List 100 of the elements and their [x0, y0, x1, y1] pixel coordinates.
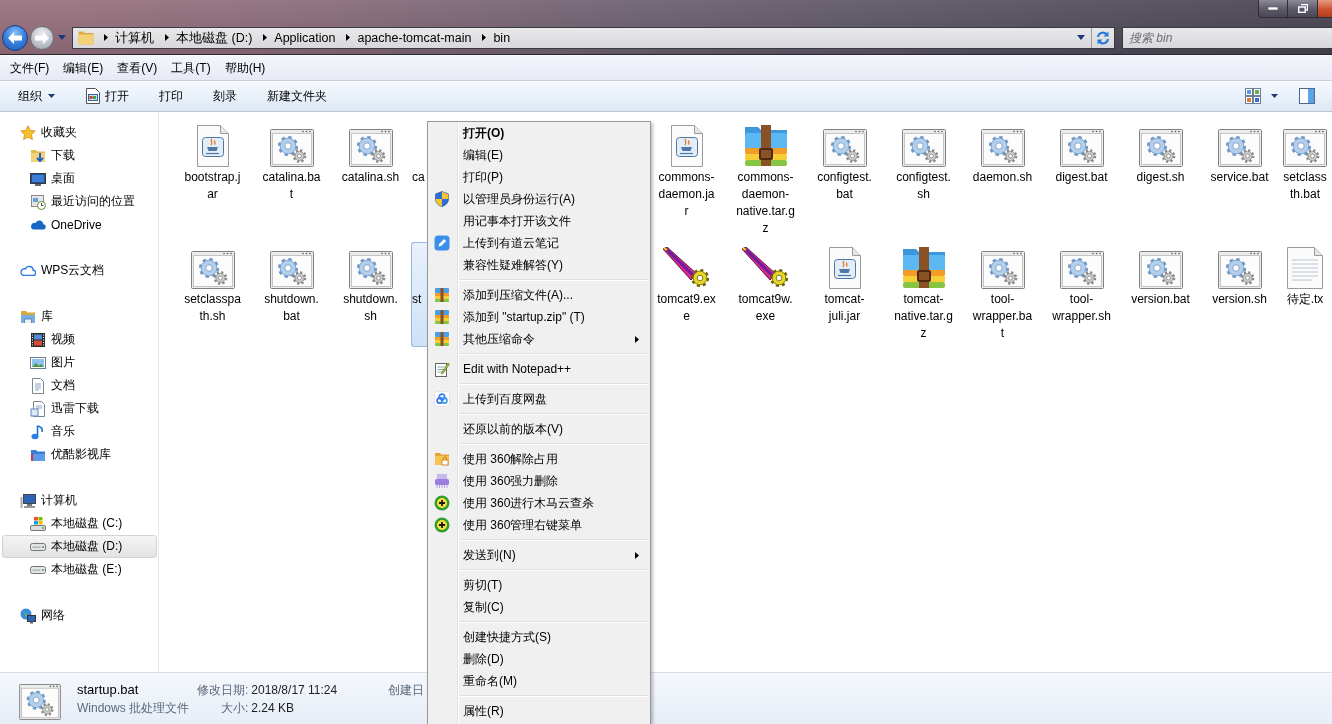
file-item[interactable]: configtest.bat: [806, 120, 883, 242]
sidebar-item[interactable]: 本地磁盘 (E:): [2, 558, 157, 581]
file-item[interactable]: configtest.sh: [885, 120, 962, 242]
sidebar-item[interactable]: 优酷影视库: [2, 443, 157, 466]
sidebar-item[interactable]: 图片: [2, 351, 157, 374]
menu-item[interactable]: Edit with Notepad++: [428, 358, 650, 380]
sidebar-item[interactable]: 网络: [2, 604, 157, 627]
search-field[interactable]: 搜索 bin: [1122, 26, 1332, 49]
sidebar-item[interactable]: 迅雷下载: [2, 397, 157, 420]
menu-bar-item[interactable]: 查看(V): [110, 57, 165, 79]
minimize-button[interactable]: [1258, 0, 1288, 18]
file-item[interactable]: shutdown.bat: [253, 242, 330, 347]
menu-item[interactable]: 上传到百度网盘: [428, 388, 650, 410]
menu-item[interactable]: 打印(P): [428, 166, 650, 188]
menu-item[interactable]: 以管理员身份运行(A): [428, 188, 650, 210]
caret-right-icon[interactable]: [165, 34, 169, 41]
file-item[interactable]: version.bat: [1122, 242, 1199, 347]
file-item[interactable]: tomcat9w.exe: [727, 242, 804, 347]
menu-item[interactable]: 创建快捷方式(S): [428, 626, 650, 648]
menu-item[interactable]: 编辑(E): [428, 144, 650, 166]
file-item[interactable]: bootstrap.jar: [174, 120, 251, 242]
file-item[interactable]: shutdown.sh: [332, 242, 409, 347]
menu-item[interactable]: 发送到(N): [428, 544, 650, 566]
menu-item[interactable]: 重命名(M): [428, 670, 650, 692]
file-item[interactable]: tomcat-native.tar.gz: [885, 242, 962, 347]
sidebar-item[interactable]: 库: [2, 305, 157, 328]
sidebar-item[interactable]: 桌面: [2, 167, 157, 190]
file-item[interactable]: tomcat-juli.jar: [806, 242, 883, 347]
menu-item[interactable]: 剪切(T): [428, 574, 650, 596]
menu-item[interactable]: 使用 360解除占用: [428, 448, 650, 470]
breadcrumb-item[interactable]: 本地磁盘 (D:): [175, 27, 254, 48]
sidebar-item[interactable]: 收藏夹: [2, 121, 157, 144]
sidebar-item[interactable]: 下载: [2, 144, 157, 167]
file-item[interactable]: commons-daemon-native.tar.gz: [727, 120, 804, 242]
menu-item[interactable]: 使用 360管理右键菜单: [428, 514, 650, 536]
menu-bar-item[interactable]: 编辑(E): [56, 57, 111, 79]
sidebar-item[interactable]: 计算机: [2, 489, 157, 512]
sidebar-item[interactable]: OneDrive: [2, 213, 157, 236]
file-item[interactable]: commons-daemon.jar: [648, 120, 725, 242]
file-item[interactable]: catalina.bat: [253, 120, 330, 242]
file-item[interactable]: st: [411, 242, 427, 347]
toolbar-button[interactable]: 新建文件夹: [259, 84, 335, 108]
close-button[interactable]: [1318, 0, 1332, 18]
restore-button[interactable]: [1288, 0, 1318, 18]
sidebar-item[interactable]: 音乐: [2, 420, 157, 443]
gears-window-icon: [19, 684, 61, 720]
menu-item[interactable]: 删除(D): [428, 648, 650, 670]
menu-item[interactable]: 还原以前的版本(V): [428, 418, 650, 440]
menu-item[interactable]: 使用 360强力删除: [428, 470, 650, 492]
sidebar-item[interactable]: 最近访问的位置: [2, 190, 157, 213]
caret-icon[interactable]: [1271, 94, 1278, 98]
menu-item[interactable]: 兼容性疑难解答(Y): [428, 254, 650, 276]
file-item[interactable]: 待定.tx: [1280, 242, 1330, 347]
caret-icon[interactable]: [1077, 35, 1085, 40]
sidebar-item[interactable]: 文档: [2, 374, 157, 397]
file-item[interactable]: setclass th.bat: [1280, 120, 1330, 242]
file-item[interactable]: digest.sh: [1122, 120, 1199, 242]
menu-item[interactable]: 复制(C): [428, 596, 650, 618]
caret-right-icon[interactable]: [346, 34, 351, 41]
caret-right-icon[interactable]: [263, 34, 268, 41]
sidebar-item[interactable]: 本地磁盘 (D:): [2, 535, 157, 558]
file-item[interactable]: ca: [411, 120, 427, 242]
menu-item[interactable]: 添加到压缩文件(A)...: [428, 284, 650, 306]
back-button[interactable]: [2, 24, 28, 51]
file-item[interactable]: catalina.sh: [332, 120, 409, 242]
preview-pane-icon[interactable]: [1299, 88, 1315, 104]
file-item[interactable]: tool-wrapper.bat: [964, 242, 1041, 347]
menu-bar-item[interactable]: 文件(F): [3, 57, 57, 79]
file-item[interactable]: service.bat: [1201, 120, 1278, 242]
file-item[interactable]: tool-wrapper.sh: [1043, 242, 1120, 347]
menu-bar-item[interactable]: 工具(T): [164, 57, 218, 79]
toolbar-button[interactable]: 打印: [151, 84, 191, 108]
file-item[interactable]: setclasspath.sh: [174, 242, 251, 347]
toolbar-button[interactable]: 组织: [10, 84, 63, 108]
breadcrumb-item[interactable]: 计算机: [114, 27, 155, 48]
menu-item[interactable]: 属性(R): [428, 700, 650, 722]
menu-item[interactable]: 打开(O): [428, 122, 650, 144]
toolbar-button[interactable]: 刻录: [205, 84, 245, 108]
file-item[interactable]: daemon.sh: [964, 120, 1041, 242]
sidebar-item[interactable]: WPS云文档: [2, 259, 157, 282]
menu-bar-item[interactable]: 帮助(H): [217, 57, 273, 79]
file-item[interactable]: digest.bat: [1043, 120, 1120, 242]
menu-item[interactable]: 使用 360进行木马云查杀: [428, 492, 650, 514]
breadcrumb-item[interactable]: apache-tomcat-main: [356, 27, 473, 48]
caret-right-icon[interactable]: [104, 34, 108, 41]
sidebar-item[interactable]: 视频: [2, 328, 157, 351]
breadcrumb-item[interactable]: bin: [492, 27, 512, 48]
sidebar-item[interactable]: 本地磁盘 (C:): [2, 512, 157, 535]
menu-item[interactable]: 用记事本打开该文件: [428, 210, 650, 232]
menu-item[interactable]: 其他压缩命令: [428, 328, 650, 350]
menu-item[interactable]: 添加到 "startup.zip" (T): [428, 306, 650, 328]
file-item[interactable]: tomcat9.exe: [648, 242, 725, 347]
forward-button[interactable]: [30, 25, 54, 50]
breadcrumb-item[interactable]: Application: [273, 27, 337, 48]
menu-item[interactable]: 上传到有道云笔记: [428, 232, 650, 254]
address-bar[interactable]: 计算机 本地磁盘 (D:) Application apache-tomcat-main bin: [72, 26, 1115, 49]
toolbar-button[interactable]: 打开: [77, 84, 137, 108]
file-item[interactable]: version.sh: [1201, 242, 1278, 347]
caret-right-icon[interactable]: [482, 34, 487, 41]
tiles-icon[interactable]: [1245, 88, 1261, 104]
